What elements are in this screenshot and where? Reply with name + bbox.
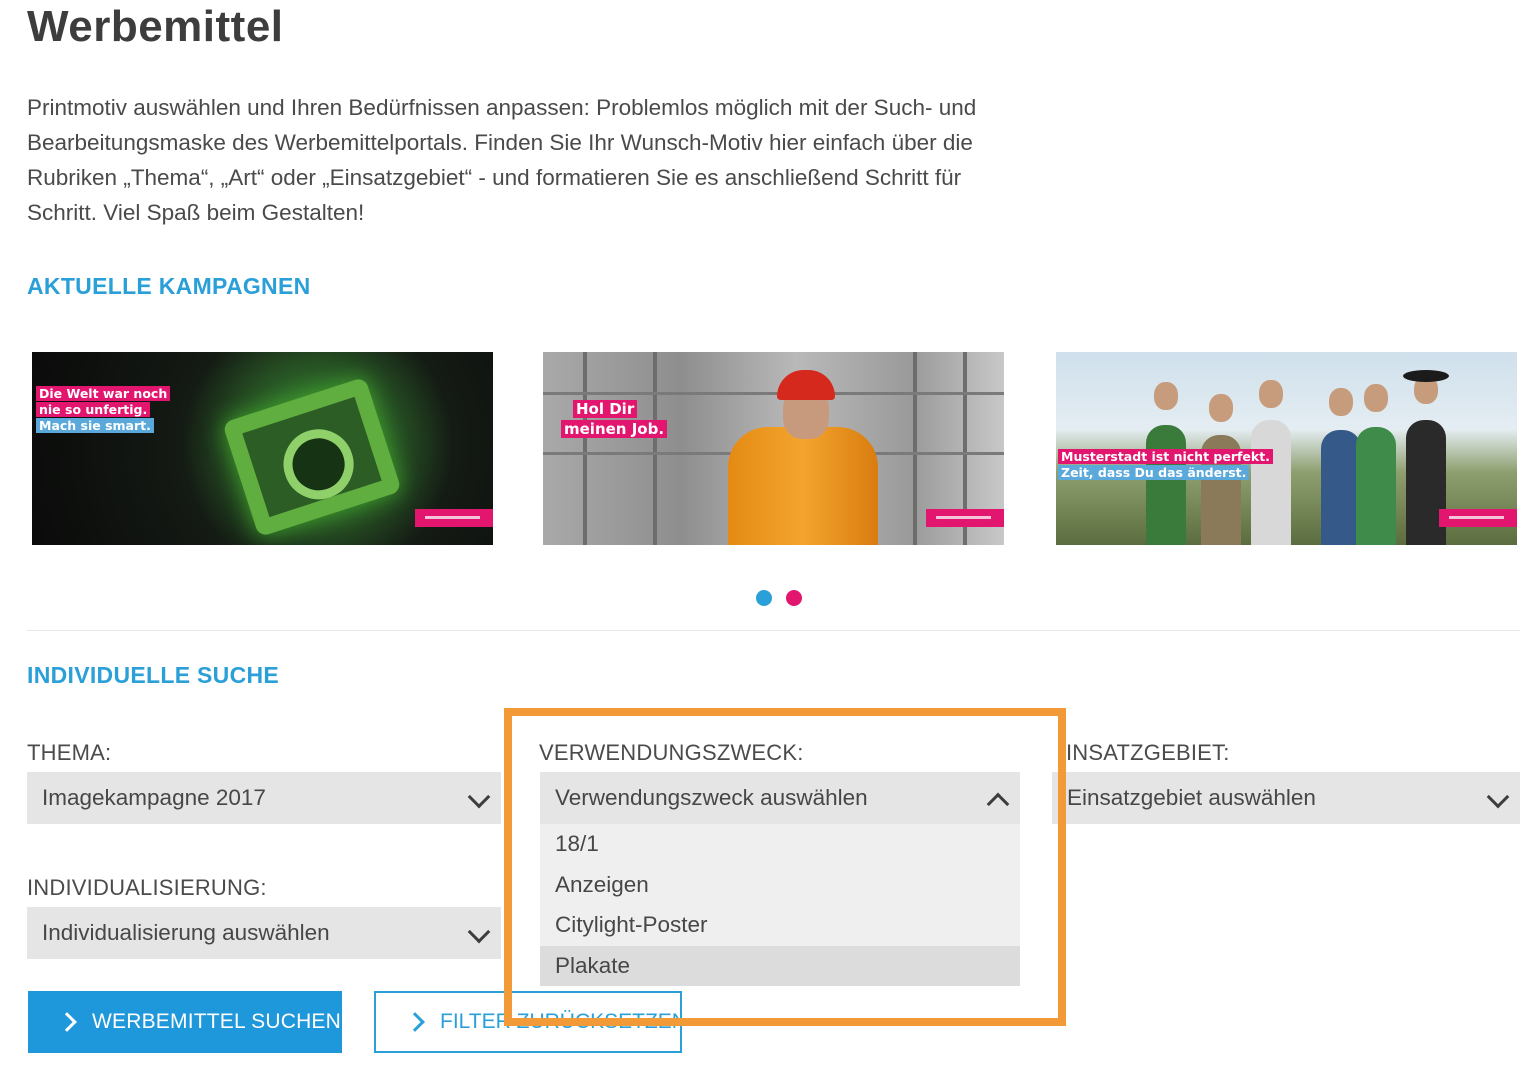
gear-image <box>222 376 402 538</box>
dropdown-option-plakate[interactable]: Plakate <box>540 945 1020 986</box>
search-werbemittel-button[interactable]: WERBEMITTEL SUCHEN <box>28 991 342 1053</box>
campaign-slide-job[interactable]: Hol Dir meinen Job. <box>543 352 1004 545</box>
einsatzgebiet-label: INSATZGEBIET: <box>1066 740 1230 765</box>
dropdown-option-18-1[interactable]: 18/1 <box>540 824 1020 865</box>
search-button-label: WERBEMITTEL SUCHEN <box>92 1010 342 1033</box>
campaign-slide-city[interactable]: Musterstadt ist nicht perfekt. Zeit, das… <box>1056 352 1517 545</box>
chevron-down-icon <box>467 785 491 809</box>
pagination-dot[interactable] <box>756 590 772 606</box>
page-title: Werbemittel <box>27 2 284 51</box>
campaign-carousel: Die Welt war noch nie so unfertig. Mach … <box>32 352 1520 547</box>
reset-filter-button[interactable]: FILTER ZURÜCKSETZEN <box>374 991 682 1053</box>
einsatzgebiet-select[interactable]: Einsatzgebiet auswählen <box>1052 772 1520 824</box>
reset-button-label: FILTER ZURÜCKSETZEN <box>440 1010 682 1033</box>
individualisierung-placeholder: Individualisierung auswählen <box>42 920 330 945</box>
individualisierung-label: INDIVIDUALISIERUNG: <box>27 875 267 900</box>
chevron-right-icon <box>57 1012 77 1032</box>
verwendungszweck-label: VERWENDUNGSZWECK: <box>539 740 804 765</box>
individualisierung-select[interactable]: Individualisierung auswählen <box>27 907 501 959</box>
slide-headline: Hol Dir <box>573 400 638 418</box>
campaigns-heading: AKTUELLE KAMPAGNEN <box>27 273 311 299</box>
slide-headline: Mach sie smart. <box>36 418 154 433</box>
intro-text: Printmotiv auswählen und Ihren Bedürfnis… <box>27 95 977 225</box>
slide-headline: nie so unfertig. <box>36 402 151 417</box>
brand-badge <box>926 509 1004 527</box>
slide-headline: Die Welt war noch <box>36 386 171 401</box>
pagination-dot-active[interactable] <box>786 590 802 606</box>
verwendungszweck-dropdown: 18/1 Anzeigen Citylight-Poster Plakate <box>540 824 1020 986</box>
chevron-right-icon <box>405 1012 425 1032</box>
slide-headline: meinen Job. <box>561 420 668 438</box>
individual-search-heading: INDIVIDUELLE SUCHE <box>27 662 280 688</box>
verwendungszweck-select[interactable]: Verwendungszweck auswählen <box>540 772 1020 824</box>
thema-select[interactable]: Imagekampagne 2017 <box>27 772 501 824</box>
chevron-up-icon <box>986 792 1010 816</box>
thema-value: Imagekampagne 2017 <box>42 785 266 810</box>
einsatzgebiet-placeholder: Einsatzgebiet auswählen <box>1067 785 1316 810</box>
worker-image <box>728 427 878 545</box>
dropdown-option-anzeigen[interactable]: Anzeigen <box>540 865 1020 906</box>
thema-label: THEMA: <box>27 740 112 765</box>
brand-badge <box>415 509 493 527</box>
brand-badge <box>1439 509 1517 527</box>
slide-headline: Zeit, dass Du das änderst. <box>1058 465 1250 480</box>
slide-headline: Musterstadt ist nicht perfekt. <box>1058 449 1273 464</box>
chevron-down-icon <box>1486 785 1510 809</box>
divider <box>27 630 1520 631</box>
campaign-slide-smart[interactable]: Die Welt war noch nie so unfertig. Mach … <box>32 352 493 545</box>
chevron-down-icon <box>467 920 491 944</box>
verwendungszweck-placeholder: Verwendungszweck auswählen <box>555 785 868 810</box>
dropdown-option-citylight-poster[interactable]: Citylight-Poster <box>540 905 1020 946</box>
